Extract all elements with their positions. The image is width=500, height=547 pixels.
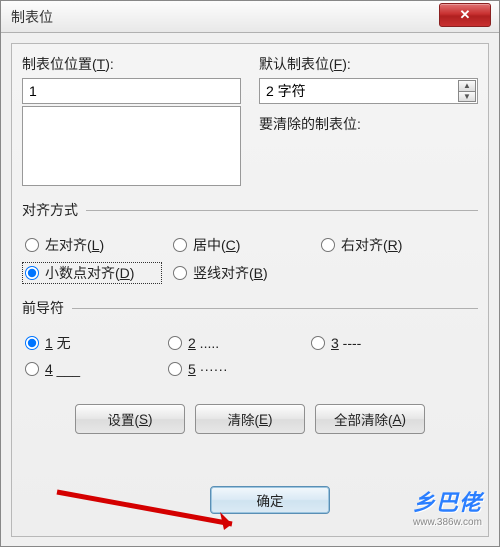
align-decimal-radio[interactable]: 小数点对齐(D) — [22, 262, 162, 284]
tab-position-input[interactable] — [22, 78, 241, 104]
set-button[interactable]: 设置(S) — [75, 404, 185, 434]
leader-4-label: 4 ___ — [45, 361, 80, 377]
leader-5-label: 5 ······ — [188, 361, 228, 377]
align-left-label: 左对齐(L) — [45, 235, 104, 255]
watermark-sub: www.386w.com — [413, 517, 482, 528]
alignment-group: 对齐方式 左对齐(L) 居中(C) 右对齐(R) 小数点对齐(D) — [22, 200, 478, 284]
leader-group: 前导符 1 无 2 ..... 3 ---- 4 ___ — [22, 298, 478, 378]
leader-3-radio[interactable]: 3 ---- — [308, 332, 443, 354]
spinner-up-icon[interactable]: ▲ — [458, 80, 476, 91]
spinner-down-icon[interactable]: ▼ — [458, 91, 476, 103]
leader-4-radio[interactable]: 4 ___ — [22, 360, 157, 378]
watermark-main: 乡巴佬 — [413, 490, 482, 515]
align-center-label: 居中(C) — [193, 235, 240, 255]
align-bar-label: 竖线对齐(B) — [193, 263, 268, 283]
align-right-radio[interactable]: 右对齐(R) — [318, 234, 458, 256]
tab-position-label: 制表位位置(T): — [22, 54, 241, 74]
leader-3-label: 3 ---- — [331, 335, 361, 351]
leader-2-label: 2 ..... — [188, 335, 219, 351]
align-left-radio[interactable]: 左对齐(L) — [22, 234, 162, 256]
align-right-label: 右对齐(R) — [341, 235, 402, 255]
ok-button[interactable]: 确定 — [210, 486, 330, 514]
tab-position-list[interactable] — [22, 106, 241, 186]
leader-2-radio[interactable]: 2 ..... — [165, 332, 300, 354]
clear-all-button[interactable]: 全部清除(A) — [315, 404, 425, 434]
title-bar: 制表位 ✕ — [1, 1, 499, 33]
leader-1-radio[interactable]: 1 无 — [22, 332, 157, 354]
clear-button[interactable]: 清除(E) — [195, 404, 305, 434]
dialog-body: 制表位位置(T): 默认制表位(F): ▲ ▼ 要清除的制表位: 对齐方式 — [11, 43, 489, 537]
default-tab-spinner[interactable]: ▲ ▼ — [458, 80, 476, 102]
leader-legend: 前导符 — [22, 298, 72, 318]
close-icon: ✕ — [460, 7, 471, 23]
window-title: 制表位 — [11, 7, 53, 27]
close-button[interactable]: ✕ — [439, 3, 491, 27]
alignment-legend: 对齐方式 — [22, 200, 86, 220]
clear-list-label: 要清除的制表位: — [259, 114, 478, 134]
align-decimal-label: 小数点对齐(D) — [45, 263, 134, 283]
default-tab-label: 默认制表位(F): — [259, 54, 478, 74]
leader-5-radio[interactable]: 5 ······ — [165, 360, 300, 378]
leader-1-label: 1 无 — [45, 333, 71, 353]
align-center-radio[interactable]: 居中(C) — [170, 234, 310, 256]
default-tab-input[interactable] — [259, 78, 478, 104]
align-bar-radio[interactable]: 竖线对齐(B) — [170, 262, 310, 284]
watermark: 乡巴佬 www.386w.com — [413, 485, 482, 528]
